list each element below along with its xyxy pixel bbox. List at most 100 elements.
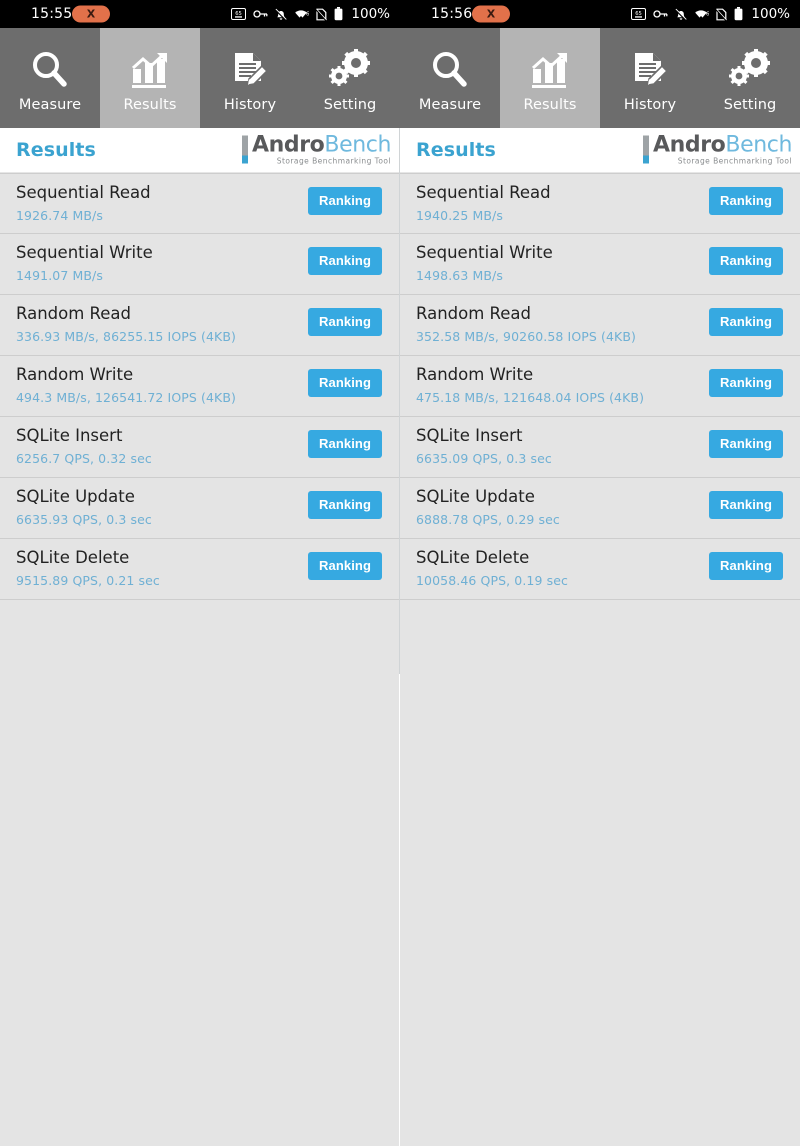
key-icon xyxy=(653,10,668,18)
table-row: SQLite Update 6635.93 QPS, 0.3 sec Ranki… xyxy=(0,478,399,539)
benchmark-name: Random Write xyxy=(416,365,534,384)
status-bar-left: 15:55 X 65 6 100% xyxy=(0,0,400,28)
table-row: Sequential Write 1498.63 MB/s Ranking xyxy=(400,234,800,295)
androbench-logo: AndroBench Storage Benchmarking Tool xyxy=(642,134,792,166)
svg-text:65: 65 xyxy=(636,11,643,17)
tab-history[interactable]: History xyxy=(200,28,300,128)
x-glyph-icon: X xyxy=(86,7,96,21)
logo-bar-icon xyxy=(642,135,649,164)
status-time-left: 15:55 xyxy=(31,6,73,22)
wifi-icon: 6 xyxy=(695,10,709,20)
ranking-button[interactable]: Ranking xyxy=(709,552,783,580)
results-panel-left: Results AndroBench Storage Benchmarking … xyxy=(0,128,400,1146)
results-panel-right: Results AndroBench Storage Benchmarking … xyxy=(400,128,800,1146)
tab-label: History xyxy=(623,96,677,113)
tab-label: Measure xyxy=(418,96,482,113)
table-row: Sequential Write 1491.07 MB/s Ranking xyxy=(0,234,399,295)
tab-label: History xyxy=(223,96,277,113)
benchmark-value: 1498.63 MB/s xyxy=(416,268,503,283)
table-row: SQLite Update 6888.78 QPS, 0.29 sec Rank… xyxy=(400,478,800,539)
gears-icon xyxy=(328,44,372,96)
ranking-button[interactable]: Ranking xyxy=(709,430,783,458)
wifi-icon: 6 xyxy=(295,10,309,20)
bar-chart-icon xyxy=(129,44,171,96)
ranking-button[interactable]: Ranking xyxy=(308,247,382,275)
benchmark-name: Sequential Read xyxy=(16,183,151,202)
table-row: SQLite Delete 9515.89 QPS, 0.21 sec Rank… xyxy=(0,539,399,600)
status-bar-right: 15:56 X 65 6 100% xyxy=(400,0,800,28)
benchmark-value: 494.3 MB/s, 126541.72 IOPS (4KB) xyxy=(16,390,237,405)
camera-cutout-pill-left: X xyxy=(72,5,110,23)
svg-text:65: 65 xyxy=(236,11,243,17)
tab-history[interactable]: History xyxy=(600,28,700,128)
battery-icon xyxy=(734,7,743,21)
benchmark-value: 1926.74 MB/s xyxy=(16,208,103,223)
tab-label: Setting xyxy=(323,96,377,113)
ranking-button[interactable]: Ranking xyxy=(709,491,783,519)
tab-measure[interactable]: Measure xyxy=(0,28,100,128)
battery-percent-right: 100% xyxy=(751,6,790,22)
logo-subtitle: Storage Benchmarking Tool xyxy=(677,156,792,166)
results-panels: Results AndroBench Storage Benchmarking … xyxy=(0,128,800,1146)
tab-label: Results xyxy=(123,96,177,113)
benchmark-name: SQLite Insert xyxy=(416,426,523,445)
table-row: Sequential Read 1926.74 MB/s Ranking xyxy=(0,173,399,234)
tab-bar: Measure Results History Setting Measure … xyxy=(0,28,800,128)
table-row: SQLite Delete 10058.46 QPS, 0.19 sec Ran… xyxy=(400,539,800,600)
svg-text:6: 6 xyxy=(306,12,309,18)
tab-measure[interactable]: Measure xyxy=(400,28,500,128)
benchmark-name: SQLite Delete xyxy=(16,548,130,567)
benchmark-value: 6888.78 QPS, 0.29 sec xyxy=(416,512,560,527)
battery-percent-left: 100% xyxy=(351,6,390,22)
ranking-button[interactable]: Ranking xyxy=(308,308,382,336)
ranking-button[interactable]: Ranking xyxy=(308,552,382,580)
benchmark-value: 10058.46 QPS, 0.19 sec xyxy=(416,573,568,588)
ranking-button[interactable]: Ranking xyxy=(709,308,783,336)
notifications-off-icon xyxy=(275,8,288,21)
panel-header: Results AndroBench Storage Benchmarking … xyxy=(0,128,399,173)
tab-results[interactable]: Results xyxy=(100,28,200,128)
benchmark-name: Sequential Write xyxy=(16,243,153,262)
panel-header: Results AndroBench Storage Benchmarking … xyxy=(400,128,800,173)
key-icon xyxy=(253,10,268,18)
ranking-button[interactable]: Ranking xyxy=(709,247,783,275)
benchmark-value: 336.93 MB/s, 86255.15 IOPS (4KB) xyxy=(16,329,237,344)
status-icons-left: 65 6 100% xyxy=(231,0,390,28)
benchmark-name: SQLite Delete xyxy=(416,548,530,567)
androbench-logo: AndroBench Storage Benchmarking Tool xyxy=(241,132,391,166)
document-pencil-icon xyxy=(629,44,671,96)
ranking-button[interactable]: Ranking xyxy=(709,187,783,215)
tab-setting[interactable]: Setting xyxy=(700,28,800,128)
benchmark-value: 9515.89 QPS, 0.21 sec xyxy=(16,573,160,588)
ranking-button[interactable]: Ranking xyxy=(308,491,382,519)
benchmark-name: Random Read xyxy=(416,304,532,323)
status-time-right: 15:56 xyxy=(431,6,473,22)
table-row: Sequential Read 1940.25 MB/s Ranking xyxy=(400,173,800,234)
tab-label: Setting xyxy=(723,96,777,113)
tab-results[interactable]: Results xyxy=(500,28,600,128)
app-screen: 15:55 X 65 6 100% 15:56 X 65 6 100% Meas… xyxy=(0,0,800,1146)
table-row: Random Write 494.3 MB/s, 126541.72 IOPS … xyxy=(0,356,399,417)
magnifier-icon xyxy=(29,44,71,96)
page-title: Results xyxy=(16,139,96,161)
ranking-button[interactable]: Ranking xyxy=(308,369,382,397)
page-title: Results xyxy=(416,139,496,161)
list-empty-area xyxy=(0,600,399,1146)
benchmark-name: SQLite Update xyxy=(416,487,535,506)
table-row: Random Write 475.18 MB/s, 121648.04 IOPS… xyxy=(400,356,800,417)
gears-icon xyxy=(728,44,772,96)
benchmark-list: Sequential Read 1940.25 MB/s Ranking Seq… xyxy=(400,173,800,600)
ranking-button[interactable]: Ranking xyxy=(308,430,382,458)
ranking-button[interactable]: Ranking xyxy=(709,369,783,397)
bar-chart-icon xyxy=(529,44,571,96)
document-pencil-icon xyxy=(229,44,271,96)
battery-icon xyxy=(334,7,343,21)
benchmark-value: 475.18 MB/s, 121648.04 IOPS (4KB) xyxy=(416,390,645,405)
tab-label: Measure xyxy=(18,96,82,113)
list-empty-area xyxy=(400,600,800,1146)
tab-setting[interactable]: Setting xyxy=(300,28,400,128)
benchmark-name: Sequential Read xyxy=(416,183,551,202)
benchmark-name: Sequential Write xyxy=(416,243,553,262)
logo-word-andro: Andro xyxy=(251,132,325,158)
ranking-button[interactable]: Ranking xyxy=(308,187,382,215)
